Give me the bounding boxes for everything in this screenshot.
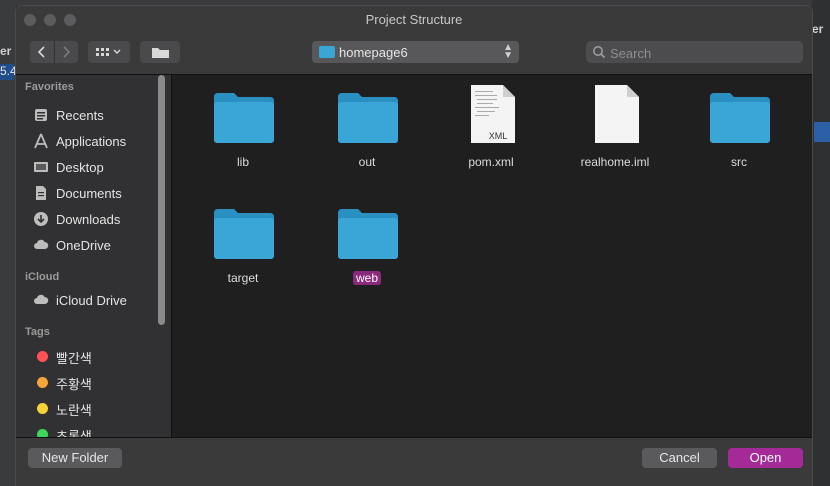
folder-icon bbox=[319, 46, 335, 58]
folder-icon bbox=[152, 48, 169, 58]
background-app-highlight bbox=[814, 122, 830, 142]
sidebar-item-onedrive[interactable]: OneDrive bbox=[33, 235, 163, 255]
favorites-heading: Favorites bbox=[25, 81, 74, 93]
desktop-icon bbox=[34, 162, 48, 172]
file-item-web[interactable]: web bbox=[312, 195, 422, 295]
sidebar-item-desktop[interactable]: Desktop bbox=[33, 157, 163, 177]
cancel-button[interactable]: Cancel bbox=[642, 448, 717, 468]
background-app-right bbox=[812, 0, 830, 486]
file-item-realhome-iml[interactable]: realhome.iml bbox=[560, 79, 670, 179]
view-options-button[interactable] bbox=[88, 41, 130, 63]
search-icon bbox=[593, 46, 606, 59]
sidebar-item-label: Downloads bbox=[56, 212, 121, 227]
file-name: pom.xml bbox=[468, 155, 514, 169]
folder-icon bbox=[214, 93, 274, 143]
folder-icon bbox=[710, 93, 770, 143]
folder-icon bbox=[338, 209, 398, 259]
sidebar-item-tag-orange[interactable]: 주황색 bbox=[33, 371, 163, 392]
sidebar-scrollbar[interactable] bbox=[158, 75, 165, 325]
documents-icon bbox=[36, 186, 46, 200]
clock-icon bbox=[35, 109, 47, 121]
applications-icon bbox=[34, 133, 48, 149]
sidebar-item-label: Recents bbox=[56, 108, 104, 123]
open-dialog: Project Structure homepage6 ▲ ▼ Search F… bbox=[16, 6, 812, 486]
file-name: out bbox=[358, 155, 376, 169]
file-item-pom-xml[interactable]: XML pom.xml bbox=[436, 79, 546, 179]
sidebar-item-label: OneDrive bbox=[56, 238, 111, 253]
grid-view-icon bbox=[96, 48, 121, 56]
document-icon bbox=[595, 85, 639, 143]
toolbar: homepage6 ▲ ▼ bbox=[16, 32, 812, 75]
folder-icon bbox=[338, 93, 398, 143]
file-name-selected: web bbox=[352, 271, 382, 285]
file-name: realhome.iml bbox=[580, 155, 650, 169]
file-browser: lib out XML pom.xml realhome.iml src tar… bbox=[172, 75, 812, 437]
back-forward-control bbox=[30, 41, 78, 63]
window-title: Project Structure bbox=[365, 12, 463, 27]
icloud-heading: iCloud bbox=[25, 271, 60, 283]
sidebar-item-tag-green[interactable]: 초록색 bbox=[33, 423, 163, 437]
search-input[interactable] bbox=[608, 43, 797, 63]
forward-button[interactable] bbox=[54, 41, 79, 63]
sidebar-item-label: 노란색 bbox=[56, 403, 92, 418]
file-item-out[interactable]: out bbox=[312, 79, 422, 179]
file-item-target[interactable]: target bbox=[188, 195, 298, 295]
downloads-icon bbox=[34, 212, 48, 226]
sidebar-item-applications[interactable]: Applications bbox=[33, 131, 163, 151]
tag-dot-icon bbox=[37, 351, 48, 362]
sidebar-item-tag-yellow[interactable]: 노란색 bbox=[33, 397, 163, 418]
sidebar-item-label: 초록색 bbox=[56, 429, 92, 437]
file-item-src[interactable]: src bbox=[684, 79, 794, 179]
file-name: target bbox=[227, 271, 259, 285]
open-button[interactable]: Open bbox=[728, 448, 803, 468]
new-folder-button[interactable]: New Folder bbox=[28, 448, 122, 468]
sidebar-item-icloud-drive[interactable]: iCloud Drive bbox=[33, 290, 163, 310]
tag-dot-icon bbox=[37, 377, 48, 388]
title-bar[interactable]: Project Structure bbox=[16, 6, 812, 32]
location-popup[interactable]: homepage6 ▲ ▼ bbox=[312, 41, 519, 63]
sidebar: Favorites Recents Applications Desktop D… bbox=[16, 75, 171, 437]
chevron-left-icon bbox=[37, 46, 45, 58]
background-app-text: er bbox=[0, 44, 12, 58]
sidebar-item-downloads[interactable]: Downloads bbox=[33, 209, 163, 229]
file-item-lib[interactable]: lib bbox=[188, 79, 298, 179]
sidebar-item-label: Documents bbox=[56, 186, 122, 201]
tag-dot-icon bbox=[37, 403, 48, 414]
back-button[interactable] bbox=[30, 41, 54, 63]
location-label: homepage6 bbox=[339, 45, 408, 60]
sidebar-item-tag-red[interactable]: 빨간색 bbox=[33, 345, 163, 366]
folder-icon bbox=[214, 209, 274, 259]
file-name: lib bbox=[236, 155, 249, 169]
background-app-text: 5.4 bbox=[0, 64, 17, 80]
bottom-bar: New Folder Cancel Open bbox=[16, 437, 812, 486]
folder-action-button[interactable] bbox=[140, 41, 180, 63]
cloud-icon bbox=[34, 239, 49, 249]
xml-badge: XML bbox=[488, 131, 508, 141]
sidebar-item-documents[interactable]: Documents bbox=[33, 183, 163, 203]
cloud-icon bbox=[34, 294, 49, 304]
file-name: src bbox=[731, 155, 747, 169]
sidebar-item-label: 빨간색 bbox=[56, 351, 92, 366]
tags-heading: Tags bbox=[25, 326, 50, 338]
chevron-right-icon bbox=[63, 46, 71, 58]
tag-dot-icon bbox=[37, 429, 48, 437]
sidebar-item-label: Applications bbox=[56, 134, 127, 149]
updown-chevron-icon: ▲ ▼ bbox=[503, 42, 513, 61]
sidebar-item-label: Desktop bbox=[56, 160, 104, 175]
sidebar-item-label: iCloud Drive bbox=[56, 293, 127, 308]
search-field[interactable] bbox=[586, 41, 803, 63]
background-app-text: er bbox=[812, 22, 824, 36]
sidebar-item-label: 주황색 bbox=[56, 377, 92, 392]
sidebar-item-recents[interactable]: Recents bbox=[33, 105, 163, 125]
